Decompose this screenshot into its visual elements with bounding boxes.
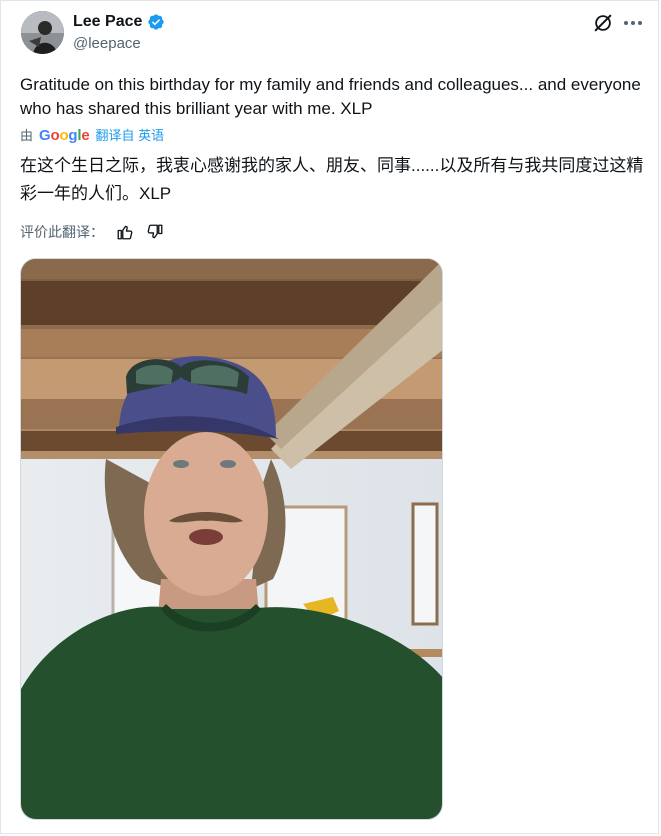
more-icon[interactable]: [622, 12, 644, 34]
thumbs-up-icon[interactable]: [116, 223, 134, 241]
handle[interactable]: @leepace: [73, 35, 141, 53]
avatar[interactable]: [21, 11, 64, 54]
google-logo: Google: [39, 127, 90, 144]
translated-from-link[interactable]: 翻译自 英语: [96, 127, 165, 145]
rate-translation-label: 评价此翻译：: [20, 224, 104, 240]
rate-translation-row: 评价此翻译：: [20, 222, 164, 242]
video-media[interactable]: [20, 258, 443, 820]
translation-attribution: 由 Google 翻译自 英语: [20, 127, 164, 145]
translated-by-label: 由: [20, 128, 34, 143]
verified-badge-icon: [148, 14, 165, 30]
tweet-text: Gratitude on this birthday for my family…: [20, 75, 641, 118]
grok-icon[interactable]: [592, 12, 614, 34]
author-name-row: Lee Pace: [73, 12, 165, 32]
display-name[interactable]: Lee Pace: [73, 12, 142, 32]
thumbs-down-icon[interactable]: [146, 223, 164, 241]
translated-text: 在这个生日之际，我衷心感谢我的家人、朋友、同事......以及所有与我共同度过这…: [20, 156, 644, 203]
